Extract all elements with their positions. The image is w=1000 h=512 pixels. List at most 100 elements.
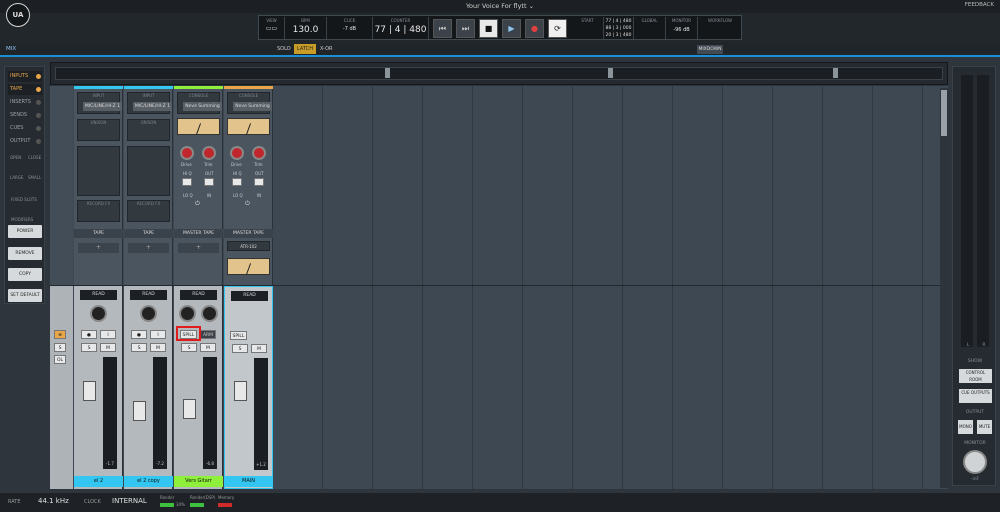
record-button[interactable]: ● bbox=[525, 19, 544, 38]
console-slot[interactable]: CONSOLE Neve Summing bbox=[227, 92, 272, 114]
rewind-button[interactable]: ⏮ bbox=[433, 19, 452, 38]
solo-button[interactable]: S bbox=[81, 343, 97, 352]
pan-knob-right[interactable] bbox=[201, 305, 218, 322]
feedback-link[interactable]: FEEDBACK bbox=[965, 2, 994, 8]
input-button[interactable]: I bbox=[100, 330, 116, 339]
automation-read[interactable]: READ bbox=[80, 290, 117, 300]
counter-cell[interactable]: COUNTER 77 | 4 | 480 bbox=[373, 17, 429, 39]
click-cell[interactable]: CLICK -7 dB bbox=[327, 17, 373, 39]
automation-read[interactable]: READ bbox=[130, 290, 167, 300]
monitor-value[interactable]: -96 dB bbox=[666, 27, 697, 33]
automation-read[interactable]: READ bbox=[231, 291, 268, 301]
record-fx-slot[interactable]: RECORD FX bbox=[77, 200, 120, 222]
add-tape-button[interactable]: + bbox=[178, 243, 219, 253]
monitor-knob[interactable] bbox=[963, 450, 987, 474]
drive-knob[interactable] bbox=[230, 146, 244, 160]
volume-fader[interactable] bbox=[234, 381, 247, 401]
trim-knob[interactable] bbox=[202, 146, 216, 160]
mute-button[interactable]: M bbox=[200, 343, 216, 352]
nav-tape[interactable]: TAPE bbox=[8, 84, 42, 95]
fixed-slots-button[interactable]: FIXED SLOTS bbox=[11, 197, 37, 202]
volume-fader[interactable] bbox=[183, 399, 196, 419]
drive-knob[interactable] bbox=[180, 146, 194, 160]
click-volume[interactable]: -7 dB bbox=[327, 26, 372, 32]
bpm-cell[interactable]: BPM 130.0 bbox=[285, 17, 327, 39]
mono-button[interactable]: MONO bbox=[958, 420, 973, 434]
end-value[interactable]: 88 | 3 | 000 bbox=[604, 26, 633, 31]
xor-button[interactable]: X-OR bbox=[320, 46, 333, 52]
mute-button[interactable]: M bbox=[100, 343, 116, 352]
play-button[interactable]: ▶ bbox=[502, 19, 521, 38]
forward-button[interactable]: ⏭ bbox=[456, 19, 475, 38]
console-select[interactable]: Neve Summing bbox=[233, 102, 272, 111]
input-select[interactable]: MIC/LINE/HI-Z 1 bbox=[83, 102, 122, 111]
record-arm-button[interactable]: ● bbox=[131, 330, 147, 339]
range-cell[interactable]: 77 | 4 | 480 88 | 3 | 000 20 | 3 | 480 bbox=[604, 17, 634, 39]
copy-button[interactable]: COPY bbox=[8, 268, 42, 281]
workflow-cell[interactable]: WORKFLOW bbox=[698, 17, 742, 39]
add-tape-button[interactable]: + bbox=[128, 243, 169, 253]
unison-slot[interactable]: UNISON bbox=[77, 119, 120, 141]
nav-inserts[interactable]: INSERTS bbox=[8, 97, 42, 108]
record-fx-slot[interactable]: RECORD FX bbox=[127, 200, 170, 222]
add-tape-button[interactable]: + bbox=[78, 243, 119, 253]
solo-button[interactable]: S bbox=[232, 344, 248, 353]
cue-outputs-button[interactable]: CUE OUTPUTS bbox=[959, 389, 992, 403]
arm-button[interactable]: ARM bbox=[200, 330, 216, 339]
global-cell[interactable]: GLOBAL bbox=[634, 17, 666, 39]
pan-knob[interactable] bbox=[90, 305, 107, 322]
loop-button[interactable]: ⟳ bbox=[548, 19, 567, 38]
trim-knob[interactable] bbox=[252, 146, 266, 160]
start-cell[interactable]: START bbox=[572, 17, 604, 39]
solo-button[interactable]: S bbox=[181, 343, 197, 352]
large-button[interactable]: LARGE bbox=[10, 175, 23, 180]
input-slot[interactable]: INPUT MIC/LINE/HI-Z 1 bbox=[77, 92, 122, 114]
hi-q-switch[interactable] bbox=[182, 178, 192, 186]
mixdown-button[interactable]: MIXDOWN bbox=[697, 45, 723, 54]
sample-rate[interactable]: 44.1 kHz bbox=[38, 497, 69, 505]
out-switch[interactable] bbox=[204, 178, 214, 186]
close-button[interactable]: CLOSE bbox=[28, 155, 41, 160]
hi-q-switch[interactable] bbox=[232, 178, 242, 186]
out-switch[interactable] bbox=[254, 178, 264, 186]
mute-button[interactable]: MUTE bbox=[977, 420, 992, 434]
remove-button[interactable]: REMOVE bbox=[8, 247, 42, 260]
length-value[interactable]: 20 | 3 | 480 bbox=[604, 33, 633, 38]
spill-button[interactable]: SPILL bbox=[230, 331, 247, 340]
mute-button[interactable]: M bbox=[150, 343, 166, 352]
control-room-button[interactable]: CONTROL ROOM bbox=[959, 369, 992, 383]
solo-button[interactable]: S bbox=[131, 343, 147, 352]
console-slot[interactable]: CONSOLE Neve Summing bbox=[177, 92, 222, 114]
start-value[interactable]: 77 | 4 | 480 bbox=[604, 19, 633, 24]
record-arm-button[interactable]: ● bbox=[81, 330, 97, 339]
volume-fader[interactable] bbox=[83, 381, 96, 401]
nav-sends[interactable]: SENDS bbox=[8, 110, 42, 121]
preamp-panel[interactable] bbox=[77, 146, 120, 196]
nav-cues[interactable]: CUES bbox=[8, 123, 42, 134]
pan-knob[interactable] bbox=[140, 305, 157, 322]
automation-read[interactable]: READ bbox=[180, 290, 217, 300]
view-cell[interactable]: VIEW ▭▭ bbox=[259, 17, 285, 39]
counter-value[interactable]: 77 | 4 | 480 bbox=[373, 25, 428, 35]
latch-button[interactable]: LATCH bbox=[294, 44, 316, 54]
preamp-panel[interactable] bbox=[127, 146, 170, 196]
input-select[interactable]: MIC/LINE/HI-Z 1 bbox=[133, 102, 172, 111]
nav-output[interactable]: OUTPUT bbox=[8, 136, 42, 147]
small-button[interactable]: SMALL bbox=[28, 175, 41, 180]
solo-mode-icon[interactable]: ⊕ bbox=[54, 330, 66, 339]
channel-name[interactable]: el 2 bbox=[74, 476, 123, 487]
atr-insert[interactable]: ATR-102 bbox=[227, 241, 270, 251]
channel-name[interactable]: Vers Gitarr bbox=[174, 476, 223, 487]
channel-name[interactable]: MAIN bbox=[224, 476, 273, 487]
vertical-scrollbar[interactable] bbox=[940, 88, 948, 488]
pan-knob-left[interactable] bbox=[179, 305, 196, 322]
monitor-cell[interactable]: MONITOR -96 dB bbox=[666, 17, 698, 39]
bpm-value[interactable]: 130.0 bbox=[285, 25, 326, 35]
channel-name[interactable]: el 2 copy bbox=[124, 476, 173, 487]
nav-inputs[interactable]: INPUTS bbox=[8, 71, 42, 82]
mute-button[interactable]: M bbox=[251, 344, 267, 353]
stop-button[interactable]: ■ bbox=[479, 19, 498, 38]
console-select[interactable]: Neve Summing bbox=[183, 102, 222, 111]
scroll-thumb[interactable] bbox=[941, 90, 947, 136]
header-ol-button[interactable]: OL bbox=[54, 355, 66, 364]
